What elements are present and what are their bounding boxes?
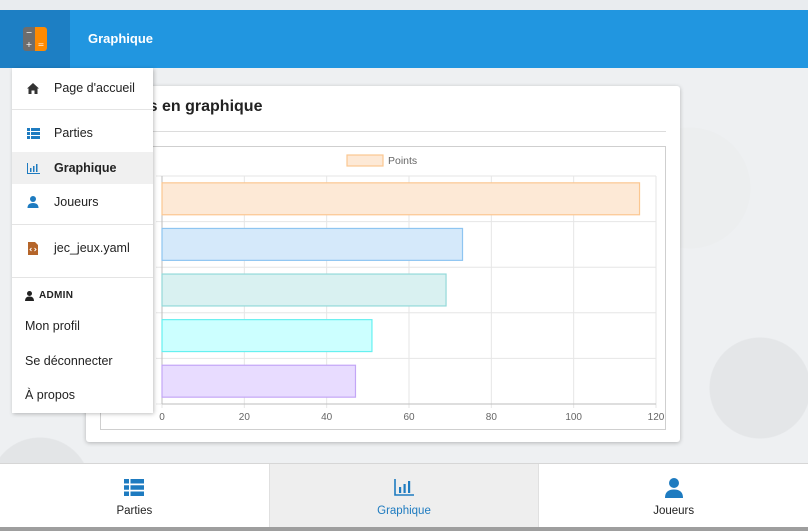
- drawer-divider: [12, 277, 153, 278]
- drawer-item-mon-profil[interactable]: Mon profil: [12, 310, 153, 342]
- tab-label: Joueurs: [653, 504, 695, 517]
- drawer-item-label: jec_jeux.yaml: [54, 241, 130, 255]
- bottom-edge: [0, 527, 808, 531]
- bar: [161, 182, 641, 216]
- tab-parties[interactable]: Parties: [0, 464, 270, 527]
- tab-label: Graphique: [377, 504, 431, 517]
- card-divider: [100, 131, 666, 132]
- calculator-icon: − + =: [23, 27, 47, 51]
- drawer-item-label: Joueurs: [54, 195, 99, 209]
- user-icon: [25, 290, 34, 301]
- app-bar: − + = Graphique: [0, 10, 808, 68]
- tab-graphique[interactable]: Graphique: [269, 464, 540, 527]
- drawer-item-label: À propos: [25, 388, 76, 402]
- drawer-item-label: Graphique: [54, 161, 117, 175]
- legend-label: Points: [388, 155, 417, 167]
- tab-label: Parties: [116, 504, 153, 517]
- drawer-item-joueurs[interactable]: Joueurs: [12, 186, 153, 218]
- x-tick-label: 120: [648, 412, 665, 423]
- bar: [161, 227, 464, 261]
- drawer-item-graphique[interactable]: Graphique: [12, 152, 153, 184]
- list-icon: [18, 127, 48, 139]
- tab-joueurs[interactable]: Joueurs: [539, 464, 808, 527]
- legend-swatch: [346, 154, 384, 167]
- x-tick-label: 20: [239, 412, 251, 423]
- app-logo-button[interactable]: − + =: [0, 10, 70, 68]
- drawer-item-label: Parties: [54, 126, 93, 140]
- drawer-item-a-propos[interactable]: À propos: [12, 379, 153, 411]
- drawer-divider: [12, 224, 153, 225]
- bottom-navigation: Parties Graphique Joueurs: [0, 463, 808, 527]
- drawer-item-parties[interactable]: Parties: [12, 117, 153, 149]
- drawer-item-home[interactable]: Page d'accueil: [12, 72, 153, 104]
- admin-section-label: ADMIN: [39, 290, 74, 301]
- x-tick-label: 100: [565, 412, 582, 423]
- drawer-item-label: Se déconnecter: [25, 354, 113, 368]
- drawer-item-label: Mon profil: [25, 319, 80, 333]
- user-icon: [664, 475, 683, 501]
- bar: [161, 364, 357, 398]
- drawer-item-yaml-file[interactable]: jec_jeux.yaml: [12, 232, 153, 264]
- home-icon: [18, 82, 48, 95]
- app-title: Graphique: [88, 31, 154, 46]
- x-tick-label: 0: [159, 412, 165, 423]
- file-code-icon: [18, 241, 48, 255]
- chart-icon: [394, 475, 414, 501]
- x-tick-label: 80: [486, 412, 498, 423]
- bar: [161, 319, 373, 353]
- chart-icon: [18, 162, 48, 174]
- drawer-divider: [12, 109, 153, 110]
- admin-section-header: ADMIN: [25, 290, 73, 301]
- navigation-drawer: Page d'accueil Parties Graphique Joueurs…: [12, 68, 153, 413]
- x-tick-label: 40: [321, 412, 333, 423]
- drawer-item-se-deconnecter[interactable]: Se déconnecter: [12, 345, 153, 377]
- list-icon: [124, 475, 145, 501]
- user-icon: [18, 196, 48, 208]
- bar: [161, 273, 447, 307]
- bar-chart: 0 20 40 60 80 100 120 Points: [100, 146, 666, 430]
- drawer-item-label: Page d'accueil: [54, 81, 135, 95]
- x-tick-label: 60: [403, 412, 415, 423]
